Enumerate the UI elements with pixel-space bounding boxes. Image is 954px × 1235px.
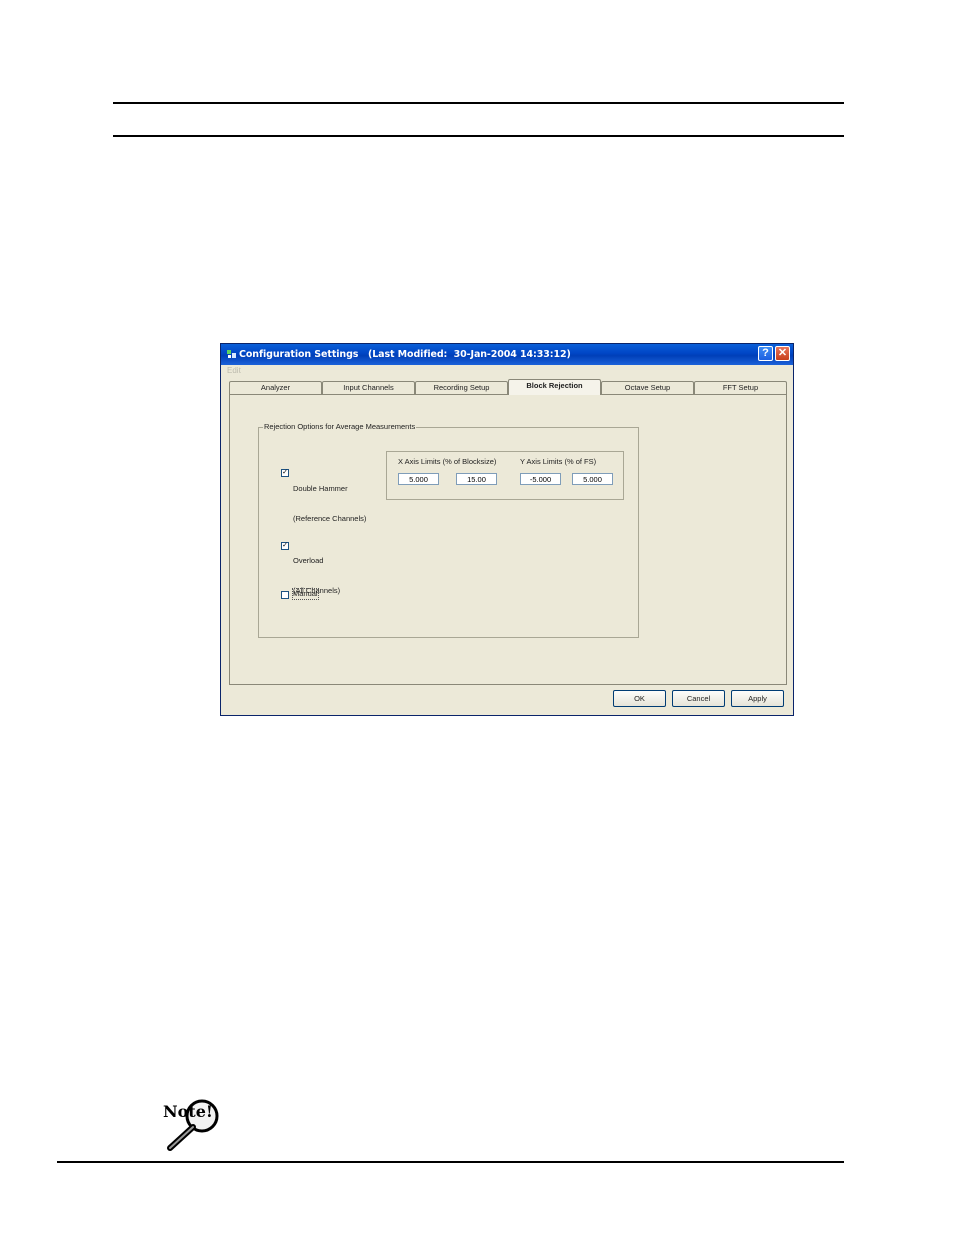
- tab-fft-setup[interactable]: FFT Setup: [694, 381, 787, 394]
- x-axis-min-input[interactable]: [398, 473, 439, 485]
- manual-checkbox[interactable]: [281, 591, 289, 599]
- note-label: Note!: [163, 1102, 213, 1121]
- menu-bar: Edit: [227, 366, 241, 375]
- help-button[interactable]: ?: [758, 346, 773, 361]
- tab-strip: Analyzer Input Channels Recording Setup …: [229, 379, 787, 395]
- x-axis-limits-label: X Axis Limits (% of Blocksize): [398, 457, 497, 466]
- tab-recording-setup[interactable]: Recording Setup: [415, 381, 508, 394]
- window-title: Configuration Settings (Last Modified: 3…: [239, 349, 571, 360]
- magnifier-icon: [167, 1099, 219, 1151]
- tab-input-channels[interactable]: Input Channels: [322, 381, 415, 394]
- note-icon: Note!: [160, 1092, 222, 1152]
- y-axis-max-input[interactable]: [572, 473, 613, 485]
- close-button[interactable]: ✕: [775, 346, 790, 361]
- rejection-options-group: Rejection Options for Average Measuremen…: [258, 422, 639, 638]
- double-hammer-label: Double Hammer (Reference Channels): [293, 484, 367, 523]
- title-bar[interactable]: Configuration Settings (Last Modified: 3…: [221, 344, 793, 365]
- rejection-options-label: Rejection Options for Average Measuremen…: [263, 422, 417, 431]
- configuration-settings-window: Configuration Settings (Last Modified: 3…: [220, 343, 794, 716]
- tab-analyzer[interactable]: Analyzer: [229, 381, 322, 394]
- tab-octave-setup[interactable]: Octave Setup: [601, 381, 694, 394]
- app-icon: [227, 350, 236, 358]
- ok-button[interactable]: OK: [613, 690, 666, 707]
- y-axis-limits-label: Y Axis Limits (% of FS): [520, 457, 597, 466]
- footer-rule: [57, 1161, 844, 1163]
- apply-button[interactable]: Apply: [731, 690, 784, 707]
- y-axis-min-input[interactable]: [520, 473, 561, 485]
- menu-edit[interactable]: Edit: [227, 366, 241, 375]
- header-rule-bottom: [113, 135, 844, 137]
- x-axis-max-input[interactable]: [456, 473, 497, 485]
- double-hammer-checkbox[interactable]: ✓: [281, 469, 289, 477]
- tab-block-rejection[interactable]: Block Rejection: [508, 379, 601, 395]
- axis-limits-box: X Axis Limits (% of Blocksize) Y Axis Li…: [386, 451, 624, 500]
- block-rejection-panel: Rejection Options for Average Measuremen…: [229, 394, 787, 685]
- header-rule-top: [113, 102, 844, 104]
- overload-checkbox[interactable]: ✓: [281, 542, 289, 550]
- overload-label: Overload (All Channels): [293, 556, 341, 595]
- manual-label[interactable]: Manual: [292, 588, 319, 600]
- cancel-button[interactable]: Cancel: [672, 690, 725, 707]
